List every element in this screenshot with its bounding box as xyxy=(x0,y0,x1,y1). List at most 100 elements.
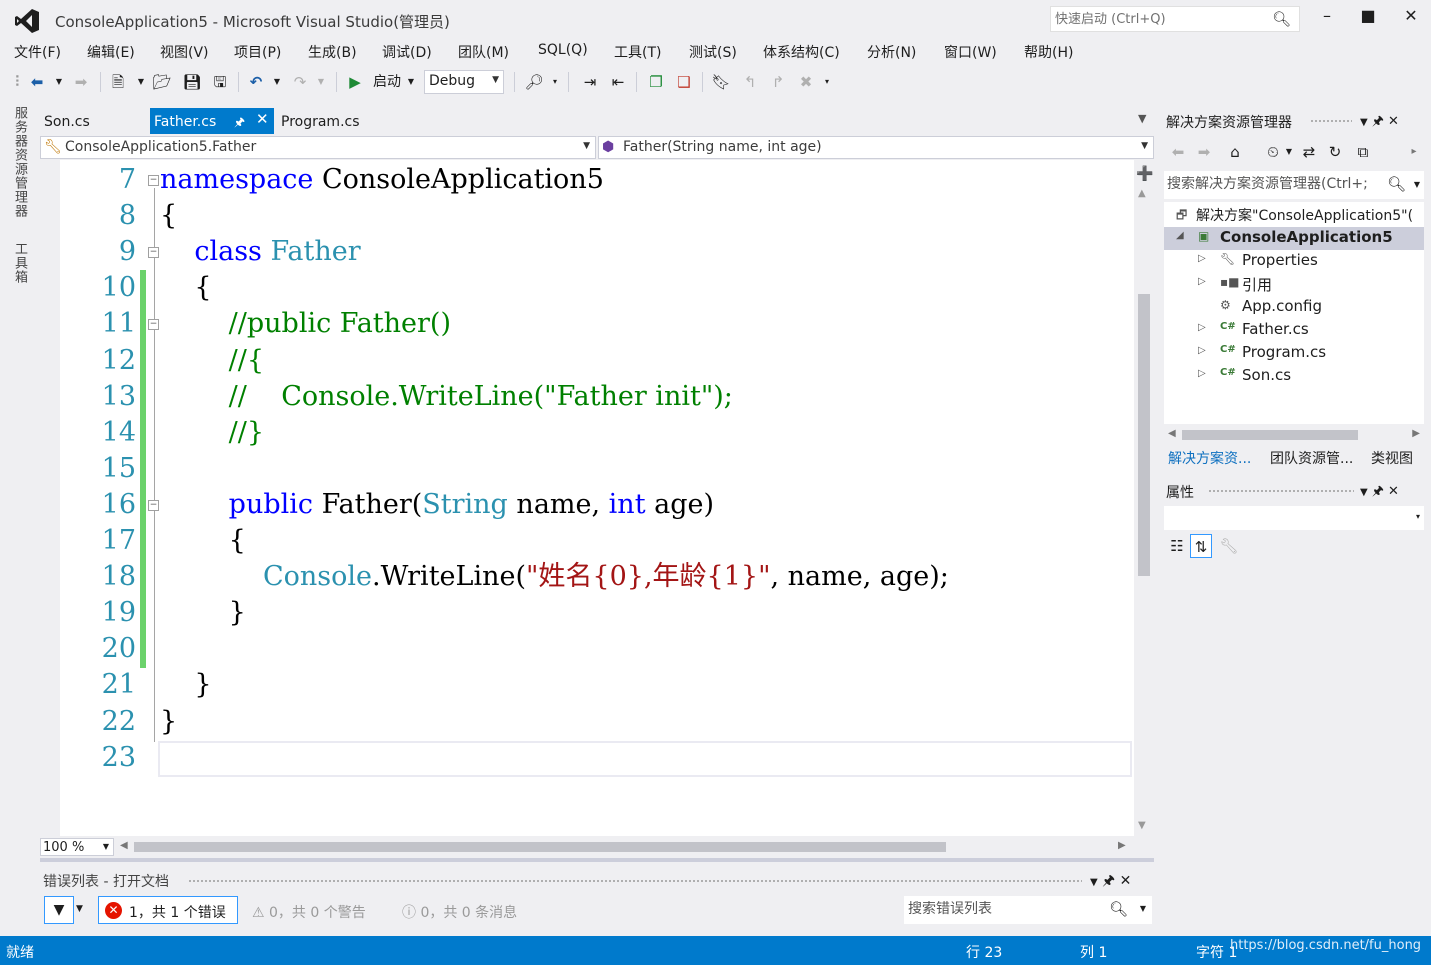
navigate-back-icon[interactable]: ⬅︎ xyxy=(26,70,48,94)
refresh-icon[interactable]: ↻ xyxy=(1324,140,1346,164)
menu-sql[interactable]: SQL(Q) xyxy=(538,42,588,58)
tab-solution-explorer[interactable]: 解决方案资... xyxy=(1168,448,1251,468)
collapse-outline-icon[interactable]: − xyxy=(148,499,159,511)
pin-icon[interactable]: 🖈︎ xyxy=(1102,873,1115,889)
next-bookmark-icon[interactable]: ↱ xyxy=(766,70,790,94)
code-line[interactable]: 14 //} xyxy=(60,415,1134,451)
window-position-dropdown-icon[interactable]: ▼ xyxy=(1090,877,1098,888)
code-line[interactable]: 9− class Father xyxy=(60,234,1134,270)
search-icon[interactable]: 🔍︎ xyxy=(1387,175,1406,193)
collapsed-arrow-icon[interactable]: ▷ xyxy=(1198,276,1206,287)
menu-file[interactable]: 文件(F) xyxy=(14,42,61,62)
pending-changes-filter-icon[interactable]: ⏲︎ xyxy=(1262,140,1284,164)
tree-row-father-cs[interactable]: ▷ C# Father.cs xyxy=(1164,319,1424,342)
messages-toggle-button[interactable]: ⓘ 0，共 0 条消息 xyxy=(402,902,517,922)
code-line[interactable]: 11− //public Father() xyxy=(60,306,1134,342)
panel-splitter[interactable] xyxy=(40,858,1154,862)
panel-grip[interactable] xyxy=(1310,119,1352,124)
panel-grip[interactable] xyxy=(1208,489,1354,494)
menu-window[interactable]: 窗口(W) xyxy=(944,42,997,62)
filter-dropdown-icon[interactable]: ▼ xyxy=(1284,140,1294,164)
toolbar-overflow-icon[interactable]: ▸ xyxy=(1408,140,1420,164)
save-icon[interactable]: 💾︎ xyxy=(180,70,204,94)
panel-grip[interactable] xyxy=(188,879,1082,884)
scroll-right-icon[interactable]: ▶ xyxy=(1118,840,1126,851)
quick-launch-box[interactable]: 🔍︎ xyxy=(1050,6,1300,32)
collapsed-arrow-icon[interactable]: ▷ xyxy=(1198,368,1206,379)
collapsed-arrow-icon[interactable]: ▷ xyxy=(1198,345,1206,356)
close-icon[interactable]: ✕ xyxy=(1388,114,1399,129)
alphabetical-icon[interactable]: ⇅ xyxy=(1190,534,1212,558)
tree-row-references[interactable]: ▷ ▪■ 引用 xyxy=(1164,273,1424,296)
find-in-files-icon[interactable]: 🔎︎ xyxy=(522,70,546,94)
close-button[interactable]: ✕ xyxy=(1398,6,1424,30)
menu-edit[interactable]: 编辑(E) xyxy=(87,42,135,62)
solution-explorer-search-input[interactable] xyxy=(1167,176,1379,192)
quick-launch-input[interactable] xyxy=(1055,10,1275,28)
code-line[interactable]: 16− public Father(String name, int age) xyxy=(60,487,1134,523)
chevron-down-icon[interactable]: ▼ xyxy=(1414,180,1420,189)
bookmark-icon[interactable]: 🔖︎ xyxy=(710,70,732,94)
vertical-scroll-thumb[interactable] xyxy=(1138,294,1150,576)
horizontal-scroll-thumb[interactable] xyxy=(134,842,946,852)
toolbox-tab[interactable]: 工具箱 xyxy=(10,242,29,284)
close-icon[interactable]: ✕ xyxy=(1120,873,1132,889)
zoom-dropdown[interactable]: 100 % ▼ xyxy=(40,838,114,856)
open-file-icon[interactable]: 📂︎ xyxy=(150,70,174,94)
chevron-down-icon[interactable]: ▾ xyxy=(1416,512,1420,521)
toolbar-overflow-icon[interactable]: ▾ xyxy=(550,70,560,94)
menu-project[interactable]: 项目(P) xyxy=(234,42,281,62)
pin-icon[interactable]: 🖈︎ xyxy=(234,113,245,134)
code-line[interactable]: 12 //{ xyxy=(60,343,1134,379)
undo-icon[interactable]: ↶ xyxy=(244,70,268,94)
redo-dropdown-icon[interactable]: ▼ xyxy=(316,70,326,94)
search-icon[interactable]: 🔍︎ xyxy=(1272,10,1291,28)
properties-object-selector[interactable]: ▾ xyxy=(1164,506,1424,530)
collapse-outline-icon[interactable]: − xyxy=(148,175,159,186)
collapse-outline-icon[interactable]: − xyxy=(148,247,159,259)
scroll-left-icon[interactable]: ◀ xyxy=(1168,428,1176,439)
start-button[interactable]: 启动 xyxy=(370,70,404,94)
tab-program-cs[interactable]: Program.cs xyxy=(277,108,397,135)
menu-tools[interactable]: 工具(T) xyxy=(614,42,661,62)
code-line[interactable]: 19 } xyxy=(60,595,1134,631)
collapsed-arrow-icon[interactable]: ▷ xyxy=(1198,253,1206,264)
menu-test[interactable]: 测试(S) xyxy=(689,42,737,62)
start-debugging-icon[interactable]: ▶ xyxy=(344,70,366,94)
tab-overflow-dropdown-icon[interactable]: ▼ xyxy=(1138,112,1146,125)
code-line[interactable]: 8{ xyxy=(60,198,1134,234)
scroll-up-icon[interactable]: ▲ xyxy=(1138,188,1146,199)
collapse-outline-icon[interactable]: − xyxy=(148,319,159,331)
tree-row-project[interactable]: ◢ ▣ ConsoleApplication5 xyxy=(1164,227,1424,250)
type-scope-dropdown[interactable]: 🔧︎ ConsoleApplication5.Father ▼ xyxy=(40,136,596,159)
warnings-toggle-button[interactable]: ⚠︎ 0，共 0 个警告 xyxy=(252,902,366,922)
error-list-search-input[interactable] xyxy=(908,901,1108,917)
pin-icon[interactable]: 🖈︎ xyxy=(1372,484,1384,499)
tab-son-cs[interactable]: Son.cs xyxy=(40,108,148,135)
collapse-all-icon[interactable]: ⧉ xyxy=(1352,140,1374,164)
tree-row-app-config[interactable]: ⚙︎ App.config xyxy=(1164,296,1424,319)
code-line[interactable]: 15 xyxy=(60,451,1134,487)
tab-class-view[interactable]: 类视图 xyxy=(1371,448,1413,468)
errors-toggle-button[interactable]: ✕ 1，共 1 个错误 xyxy=(98,896,238,924)
code-line[interactable]: 22} xyxy=(60,704,1134,740)
menu-view[interactable]: 视图(V) xyxy=(160,42,209,62)
minimize-button[interactable]: – xyxy=(1314,6,1340,30)
code-line[interactable]: 10 { xyxy=(60,270,1134,306)
menu-debug[interactable]: 调试(D) xyxy=(382,42,432,62)
redo-icon[interactable]: ↷ xyxy=(288,70,312,94)
new-dropdown-icon[interactable]: ▼ xyxy=(136,70,146,94)
categorized-icon[interactable]: ☷ xyxy=(1166,534,1188,558)
previous-bookmark-icon[interactable]: ↰ xyxy=(738,70,762,94)
close-icon[interactable]: ✕ xyxy=(256,110,269,128)
back-icon[interactable]: ⬅︎ xyxy=(1168,140,1188,164)
code-line[interactable]: 20 xyxy=(60,631,1134,667)
code-lines[interactable]: 7− namespace ConsoleApplication5 8{9− clas… xyxy=(60,162,1134,782)
pin-icon[interactable]: 🖈︎ xyxy=(1372,114,1384,129)
forward-icon[interactable]: ➡︎ xyxy=(1194,140,1214,164)
solution-explorer-search-box[interactable]: 🔍︎ ▼ xyxy=(1164,171,1424,199)
menu-architecture[interactable]: 体系结构(C) xyxy=(763,42,840,62)
save-all-icon[interactable]: 🖫︎ xyxy=(208,70,232,94)
scroll-right-icon[interactable]: ▶ xyxy=(1412,428,1420,439)
indent-icon[interactable]: ⇥ xyxy=(578,70,602,94)
